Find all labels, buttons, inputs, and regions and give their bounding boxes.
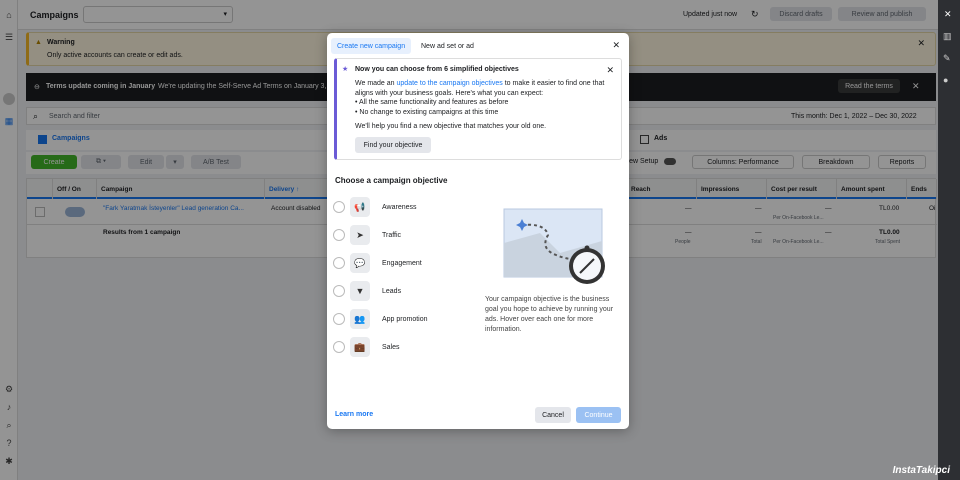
objective-label: App promotion <box>382 315 428 323</box>
map-compass-illustration <box>503 208 605 284</box>
bullet-2: • No change to existing campaigns at thi… <box>355 109 499 116</box>
radio-traffic[interactable] <box>333 229 345 241</box>
objective-label: Awareness <box>382 203 417 211</box>
close-icon[interactable]: ✕ <box>944 9 952 20</box>
notice-help: We'll help you find a new objective that… <box>355 123 547 130</box>
objective-awareness[interactable]: 📢 Awareness <box>333 197 417 217</box>
objective-label: Engagement <box>382 259 422 267</box>
find-objective-button[interactable]: Find your objective <box>355 137 431 153</box>
radio-awareness[interactable] <box>333 201 345 213</box>
objective-app-promotion[interactable]: 👥 App promotion <box>333 309 428 329</box>
notice-title: Now you can choose from 6 simplified obj… <box>355 66 519 73</box>
bullet-1-text: All the same functionality and features … <box>359 99 509 106</box>
bullet-2-text: No change to existing campaigns at this … <box>359 109 499 116</box>
notice-body: We made an update to the campaign object… <box>355 79 607 99</box>
radio-engagement[interactable] <box>333 257 345 269</box>
choose-objective-heading: Choose a campaign objective <box>335 176 448 185</box>
briefcase-icon: 💼 <box>350 337 370 357</box>
tab-new-ad-set-or-ad[interactable]: New ad set or ad <box>415 38 480 54</box>
right-side-panel: ▥ ✎ ● <box>938 0 960 480</box>
continue-button[interactable]: Continue <box>576 407 621 423</box>
pencil-icon[interactable]: ✎ <box>943 53 955 65</box>
objective-label: Leads <box>382 287 402 295</box>
objective-engagement[interactable]: 💬 Engagement <box>333 253 422 273</box>
learn-more-link[interactable]: Learn more <box>335 411 373 418</box>
radio-leads[interactable] <box>333 285 345 297</box>
info-icon[interactable]: ● <box>943 75 955 87</box>
tab-create-new-campaign[interactable]: Create new campaign <box>331 38 412 54</box>
people-icon: 👥 <box>350 309 370 329</box>
create-campaign-dialog: Create new campaign New ad set or ad ✕ ★… <box>327 33 629 429</box>
radio-app-promotion[interactable] <box>333 313 345 325</box>
chat-icon: 💬 <box>350 253 370 273</box>
objective-description: Your campaign objective is the business … <box>485 296 614 333</box>
notice-body-start: We made an <box>355 80 397 87</box>
close-icon[interactable]: ✕ <box>612 40 620 51</box>
objectives-notice: ★ Now you can choose from 6 simplified o… <box>334 58 622 160</box>
chart-icon[interactable]: ▥ <box>943 31 955 43</box>
objective-label: Sales <box>382 343 400 351</box>
objective-traffic[interactable]: ➤ Traffic <box>333 225 401 245</box>
objective-leads[interactable]: ▼ Leads <box>333 281 401 301</box>
megaphone-icon: 📢 <box>350 197 370 217</box>
update-link[interactable]: update to the campaign objectives <box>397 80 503 87</box>
objective-label: Traffic <box>382 231 402 239</box>
cancel-button[interactable]: Cancel <box>535 407 571 423</box>
cursor-icon: ➤ <box>350 225 370 245</box>
star-icon: ★ <box>342 66 349 73</box>
radio-sales[interactable] <box>333 341 345 353</box>
watermark-logo: InstaTakipci <box>892 465 950 476</box>
bullet-1: • All the same functionality and feature… <box>355 99 509 106</box>
close-icon[interactable]: ✕ <box>606 65 614 76</box>
funnel-icon: ▼ <box>350 281 370 301</box>
objective-sales[interactable]: 💼 Sales <box>333 337 400 357</box>
